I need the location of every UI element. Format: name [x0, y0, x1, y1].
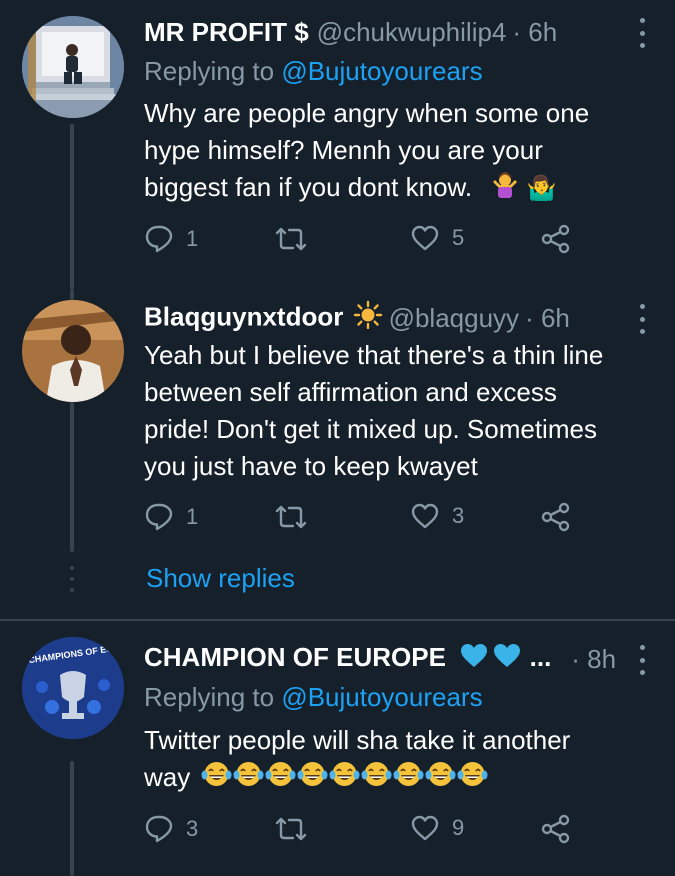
- reply-mention-link[interactable]: @Bujutoyourears: [281, 56, 482, 86]
- tweet-header: CHAMPION OF EUROPE ... · 8h: [144, 641, 655, 677]
- avatar-man-stairs-icon: [22, 16, 124, 118]
- share-button[interactable]: [540, 502, 572, 532]
- reply-mention-link[interactable]: @Bujutoyourears: [281, 682, 482, 712]
- blue-heart-emoji-icon: [492, 643, 522, 676]
- male-sign-text: 🤷‍♂: [526, 175, 557, 202]
- tweet-text: Why are people angry when some one hype …: [144, 95, 649, 208]
- sun-emoji-icon: [353, 300, 383, 337]
- more-icon[interactable]: [637, 304, 647, 334]
- retweet-button[interactable]: [274, 224, 308, 254]
- replying-to-label: Replying to: [144, 56, 275, 86]
- tweet-text-line: hype himself? Mennh you are your: [144, 135, 543, 165]
- retweet-icon: [275, 505, 307, 529]
- reply-icon: [145, 503, 173, 531]
- share-icon: [541, 224, 570, 254]
- avatar[interactable]: CHAMPIONS OF EUROPE: [22, 637, 124, 739]
- more-icon[interactable]: [637, 18, 647, 48]
- reply-button[interactable]: 1: [144, 224, 198, 254]
- tweet-text-line: between self affirmation and excess: [144, 377, 557, 407]
- tweet-actions: 1 3: [144, 502, 604, 538]
- tweet-1[interactable]: MR PROFIT $ @chukwuphilip4 · 6h Replying…: [0, 0, 675, 290]
- tweet-text-line: Why are people angry when some one: [144, 98, 590, 128]
- retweet-button[interactable]: [274, 502, 308, 532]
- reply-button[interactable]: 3: [144, 814, 198, 844]
- reply-icon: [145, 815, 173, 843]
- user-handle[interactable]: @blaqguyy: [389, 303, 519, 334]
- tears-of-joy-emoji-icon: [329, 760, 360, 798]
- display-name[interactable]: Blaqguynxtdoor: [144, 300, 383, 337]
- tweet-text-line: Twitter people will sha take it another: [144, 725, 571, 755]
- reply-icon: [145, 225, 173, 253]
- replying-to: Replying to @Bujutoyourears: [144, 682, 483, 713]
- display-name[interactable]: CHAMPION OF EUROPE ...: [144, 642, 551, 676]
- retweet-button[interactable]: [274, 814, 308, 844]
- tweet-header: MR PROFIT $ @chukwuphilip4 · 6h: [144, 14, 655, 50]
- reply-count: 1: [186, 226, 199, 251]
- share-button[interactable]: [540, 814, 572, 844]
- tweet-text-line: biggest fan if you dont know.: [144, 172, 473, 202]
- tears-of-joy-emoji-icon: [457, 760, 488, 798]
- like-icon: [411, 225, 439, 251]
- share-button[interactable]: [540, 224, 572, 254]
- replying-to: Replying to @Bujutoyourears: [144, 56, 483, 87]
- tears-of-joy-emoji-icon: [201, 760, 232, 798]
- blue-heart-emoji-icon: [459, 643, 489, 676]
- share-icon: [541, 502, 570, 532]
- display-name[interactable]: MR PROFIT $: [144, 17, 309, 48]
- like-icon: [411, 503, 439, 529]
- thread-line: [70, 761, 74, 876]
- tweet-text-line: you just have to keep kwayet: [144, 451, 478, 481]
- more-icon[interactable]: [637, 645, 647, 675]
- avatar[interactable]: [22, 16, 124, 118]
- like-button[interactable]: 9: [410, 814, 464, 842]
- person-shrugging-emoji-icon: [491, 171, 519, 208]
- tweet-header: Blaqguynxtdoor @blaqguyy · 6h: [144, 300, 655, 336]
- retweet-icon: [275, 227, 307, 251]
- display-name-text: Blaqguynxtdoor: [144, 300, 344, 331]
- tweet-2[interactable]: Blaqguynxtdoor @blaqguyy · 6h Yeah but I…: [0, 290, 675, 620]
- tweet-3[interactable]: CHAMPIONS OF EUROPE CHAMPION OF EUROPE .…: [0, 621, 675, 876]
- like-count: 5: [452, 225, 465, 250]
- tweet-text: Yeah but I believe that there's a thin l…: [144, 337, 649, 485]
- like-icon: [411, 815, 439, 841]
- user-handle[interactable]: @chukwuphilip4: [317, 17, 507, 48]
- like-count: 3: [452, 503, 465, 528]
- avatar-man-praying-icon: [22, 300, 124, 402]
- tears-of-joy-emoji-icon: [393, 760, 424, 798]
- timestamp[interactable]: · 6h: [525, 303, 570, 334]
- like-button[interactable]: 5: [410, 224, 464, 252]
- timestamp[interactable]: · 6h: [512, 17, 557, 48]
- laughing-emoji-row: [201, 760, 489, 798]
- retweet-icon: [275, 817, 307, 841]
- tweet-actions: 1 5: [144, 224, 604, 260]
- tweet-feed: MR PROFIT $ @chukwuphilip4 · 6h Replying…: [0, 0, 675, 876]
- name-ellipsis: ...: [529, 642, 552, 673]
- like-count: 9: [452, 815, 465, 840]
- tweet-text-line: pride! Don't get it mixed up. Sometimes: [144, 414, 597, 444]
- display-name-text: CHAMPION OF EUROPE: [144, 642, 446, 673]
- thread-line: [70, 402, 74, 552]
- tweet-actions: 3 9: [144, 814, 604, 850]
- replying-to-label: Replying to: [144, 682, 275, 712]
- timestamp[interactable]: · 8h: [571, 644, 616, 675]
- thread-continuation-dots: [68, 566, 76, 592]
- share-icon: [541, 814, 570, 844]
- avatar[interactable]: [22, 300, 124, 402]
- tears-of-joy-emoji-icon: [425, 760, 456, 798]
- thread-line: [70, 124, 74, 290]
- tears-of-joy-emoji-icon: [265, 760, 296, 798]
- thread-line: [70, 290, 74, 300]
- tweet-text: Twitter people will sha take it another …: [144, 722, 649, 798]
- reply-count: 1: [186, 504, 199, 529]
- like-button[interactable]: 3: [410, 502, 464, 530]
- tears-of-joy-emoji-icon: [361, 760, 392, 798]
- tears-of-joy-emoji-icon: [297, 760, 328, 798]
- reply-count: 3: [186, 816, 199, 841]
- tears-of-joy-emoji-icon: [233, 760, 264, 798]
- tweet-text-line: way: [144, 762, 191, 792]
- show-replies-link[interactable]: Show replies: [146, 563, 295, 594]
- reply-button[interactable]: 1: [144, 502, 198, 532]
- tweet-text-line: Yeah but I believe that there's a thin l…: [144, 340, 604, 370]
